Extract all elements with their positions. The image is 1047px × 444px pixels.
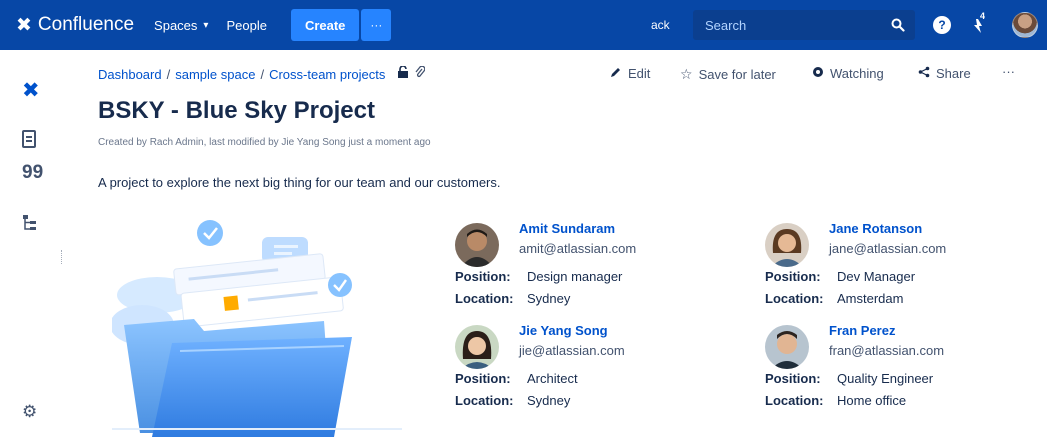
search-placeholder: Search <box>705 17 747 33</box>
left-sidebar: ✖ 99 ⚙ <box>0 50 62 444</box>
spaces-label: Spaces <box>154 17 198 33</box>
sidebar-resize-handle[interactable] <box>61 250 63 264</box>
attachment-icon[interactable] <box>415 65 426 82</box>
position-label: Position: <box>455 371 511 386</box>
member-name[interactable]: Fran Perez <box>829 323 895 338</box>
help-icon[interactable]: ? <box>933 16 951 34</box>
share-label: Share <box>936 66 971 81</box>
page-byline: Created by Rach Admin, last modified by … <box>98 137 431 148</box>
position-label: Position: <box>765 371 821 386</box>
confluence-home-link[interactable]: ✖ Confluence <box>16 0 134 50</box>
location-value: Home office <box>837 393 907 408</box>
user-avatar[interactable] <box>1012 12 1038 38</box>
team-member-card: Amit Sundaram amit@atlassian.com Positio… <box>455 221 715 321</box>
search-input[interactable]: Search <box>693 10 915 40</box>
confluence-logo-icon: ✖ <box>16 14 32 36</box>
spaces-menu[interactable]: Spaces ▾ <box>154 18 208 33</box>
member-email: amit@atlassian.com <box>519 241 637 256</box>
watching-label: Watching <box>830 66 884 81</box>
position-label: Position: <box>765 269 821 284</box>
create-more-button[interactable]: ··· <box>361 9 392 41</box>
member-email: fran@atlassian.com <box>829 343 945 358</box>
breadcrumb-separator: / <box>260 66 265 82</box>
team-member-card: Jie Yang Song jie@atlassian.com Position… <box>455 323 715 423</box>
blog-quote-icon[interactable]: 99 <box>22 162 43 184</box>
settings-gear-icon[interactable]: ⚙ <box>22 402 37 422</box>
location-label: Location: <box>765 291 824 306</box>
project-illustration <box>110 215 402 440</box>
notifications-count: 4 <box>980 11 986 21</box>
location-label: Location: <box>455 291 514 306</box>
confluence-logo-icon[interactable]: ✖ <box>22 78 40 103</box>
restrictions-icon[interactable] <box>397 65 409 82</box>
location-label: Location: <box>765 393 824 408</box>
watching-button[interactable]: Watching <box>812 66 884 81</box>
page-tree-icon[interactable] <box>22 214 38 237</box>
edit-label: Edit <box>628 66 651 81</box>
page-intro-text: A project to explore the next big thing … <box>98 175 501 190</box>
people-link[interactable]: People <box>226 18 266 33</box>
notifications-icon[interactable]: 4 <box>970 11 996 37</box>
location-value: Sydney <box>527 393 571 408</box>
member-email: jane@atlassian.com <box>829 241 947 256</box>
member-name[interactable]: Jane Rotanson <box>829 221 922 236</box>
page-title: BSKY - Blue Sky Project <box>98 97 375 124</box>
position-value: Design manager <box>527 269 623 284</box>
avatar <box>765 325 809 369</box>
breadcrumb-sample-space[interactable]: sample space <box>175 67 255 82</box>
star-icon: ☆ <box>680 66 693 82</box>
member-name[interactable]: Jie Yang Song <box>519 323 608 338</box>
breadcrumb-dashboard[interactable]: Dashboard <box>98 67 162 82</box>
position-value: Architect <box>527 371 578 386</box>
member-name[interactable]: Amit Sundaram <box>519 221 615 236</box>
position-value: Quality Engineer <box>837 371 934 386</box>
feedback-link[interactable]: ack <box>651 18 670 32</box>
chevron-down-icon: ▾ <box>203 19 209 31</box>
team-member-card: Fran Perez fran@atlassian.com Position: … <box>765 323 1025 423</box>
save-for-later-button[interactable]: ☆ Save for later <box>680 66 776 83</box>
share-icon <box>918 66 930 81</box>
location-value: Amsterdam <box>837 291 904 306</box>
breadcrumb-cross-team-projects[interactable]: Cross-team projects <box>269 67 385 82</box>
create-button[interactable]: Create <box>290 9 360 41</box>
pencil-icon <box>610 66 622 81</box>
breadcrumb-separator: / <box>166 66 171 82</box>
eye-icon <box>812 66 824 81</box>
pages-icon[interactable] <box>22 130 36 148</box>
member-email: jie@atlassian.com <box>519 343 625 358</box>
share-button[interactable]: Share <box>918 66 971 81</box>
avatar <box>765 223 809 267</box>
save-for-later-label: Save for later <box>698 67 776 82</box>
avatar <box>455 223 499 267</box>
team-member-card: Jane Rotanson jane@atlassian.com Positio… <box>765 221 1025 321</box>
avatar <box>455 325 499 369</box>
people-label: People <box>226 17 267 33</box>
search-icon[interactable] <box>885 12 911 38</box>
position-label: Position: <box>455 269 511 284</box>
position-value: Dev Manager <box>837 269 916 284</box>
app-title: Confluence <box>37 14 135 35</box>
location-label: Location: <box>455 393 514 408</box>
location-value: Sydney <box>527 291 571 306</box>
edit-button[interactable]: Edit <box>610 66 650 81</box>
page-more-actions-button[interactable]: ··· <box>1002 64 1015 79</box>
breadcrumb: Dashboard / sample space / Cross-team pr… <box>98 65 426 82</box>
